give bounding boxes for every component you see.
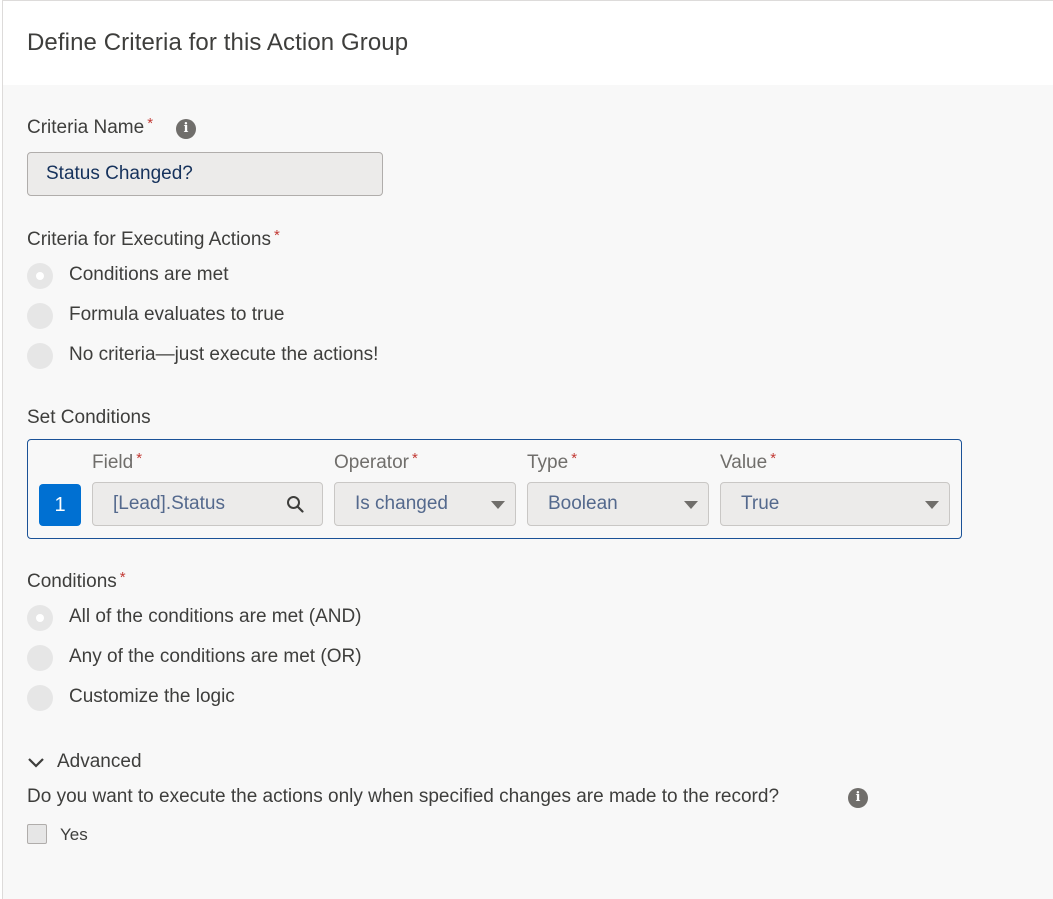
yes-checkbox-label[interactable]: Yes xyxy=(60,825,88,845)
radio-label: All of the conditions are met (AND) xyxy=(69,606,362,627)
field-lookup-input[interactable]: [Lead].Status xyxy=(92,482,323,526)
caret-down-icon xyxy=(684,501,698,509)
required-mark: * xyxy=(571,450,578,467)
value-column-text: Value xyxy=(720,452,768,473)
advanced-question: Do you want to execute the actions only … xyxy=(27,786,780,807)
yes-checkbox[interactable] xyxy=(27,824,47,844)
radio-button[interactable] xyxy=(27,303,53,329)
radio-label: Conditions are met xyxy=(69,264,229,285)
criteria-panel: Define Criteria for this Action Group Cr… xyxy=(2,0,1053,899)
info-icon[interactable]: i xyxy=(848,788,868,808)
radio-button[interactable] xyxy=(27,343,53,369)
radio-button[interactable] xyxy=(27,685,53,711)
radio-label: No criteria—just execute the actions! xyxy=(69,344,379,365)
operator-select[interactable]: Is changed xyxy=(334,482,516,526)
page-title: Define Criteria for this Action Group xyxy=(27,29,409,56)
info-icon[interactable]: i xyxy=(176,119,196,139)
required-mark: * xyxy=(411,450,418,467)
chevron-down-icon[interactable] xyxy=(27,757,45,769)
value-column-label: Value * xyxy=(720,450,777,474)
required-mark: * xyxy=(147,115,154,132)
search-icon[interactable] xyxy=(286,495,304,513)
executing-actions-label: Criteria for Executing Actions * xyxy=(27,227,280,251)
criteria-name-label-text: Criteria Name xyxy=(27,117,145,138)
radio-button[interactable] xyxy=(27,645,53,671)
value-value: True xyxy=(741,493,780,514)
criteria-name-input[interactable]: Status Changed? xyxy=(27,152,383,196)
value-select[interactable]: True xyxy=(720,482,950,526)
radio-button[interactable] xyxy=(27,605,53,631)
required-mark: * xyxy=(273,227,280,244)
caret-down-icon xyxy=(491,501,505,509)
panel-header: Define Criteria for this Action Group xyxy=(3,1,1053,85)
type-column-label: Type * xyxy=(527,450,578,474)
executing-actions-label-text: Criteria for Executing Actions xyxy=(27,229,271,250)
conditions-label-text: Conditions xyxy=(27,571,117,592)
caret-down-icon xyxy=(925,501,939,509)
condition-row-box: Field * Operator * Type * Value * 1 [Lead].S… xyxy=(27,439,962,539)
operator-value: Is changed xyxy=(355,493,448,514)
operator-column-label: Operator * xyxy=(334,450,418,474)
advanced-label: Advanced xyxy=(57,751,142,772)
type-select[interactable]: Boolean xyxy=(527,482,709,526)
radio-label: Customize the logic xyxy=(69,686,235,707)
field-column-label: Field * xyxy=(92,450,143,474)
operator-column-text: Operator xyxy=(334,452,409,473)
criteria-name-label: Criteria Name * xyxy=(27,115,154,139)
conditions-label: Conditions * xyxy=(27,569,126,593)
set-conditions-label: Set Conditions xyxy=(27,407,151,428)
radio-label: Formula evaluates to true xyxy=(69,304,285,325)
criteria-name-value: Status Changed? xyxy=(46,163,193,184)
field-value: [Lead].Status xyxy=(113,493,225,514)
type-column-text: Type xyxy=(527,452,569,473)
radio-button[interactable] xyxy=(27,263,53,289)
advanced-toggle[interactable]: Advanced xyxy=(27,751,142,773)
required-mark: * xyxy=(119,569,126,586)
type-value: Boolean xyxy=(548,493,618,514)
required-mark: * xyxy=(136,450,143,467)
required-mark: * xyxy=(770,450,777,467)
radio-label: Any of the conditions are met (OR) xyxy=(69,646,362,667)
field-column-text: Field xyxy=(92,452,134,473)
row-number-badge: 1 xyxy=(39,484,81,526)
